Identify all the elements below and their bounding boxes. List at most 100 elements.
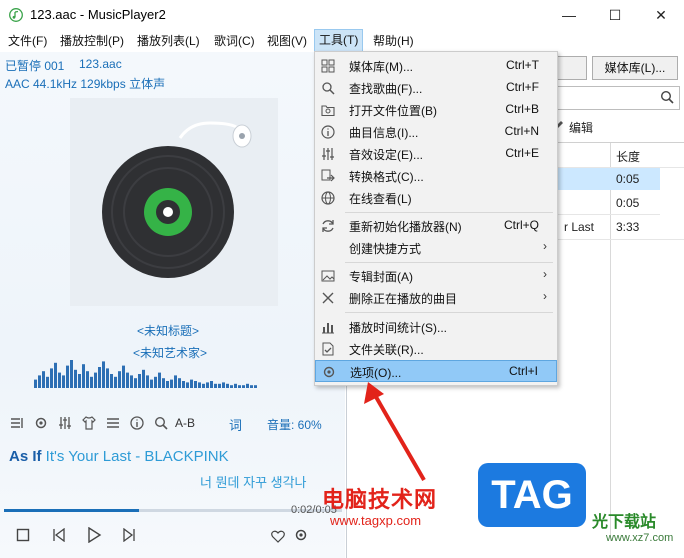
menu-item-create-shortcut[interactable]: 创建快捷方式 › xyxy=(315,237,557,259)
menu-item-label: 播放时间统计(S)... xyxy=(349,321,447,335)
close-button[interactable]: ✕ xyxy=(638,0,684,30)
bar-chart-icon xyxy=(322,323,334,334)
watermark-site-url: www.xz7.com xyxy=(606,532,674,544)
previous-track-icon[interactable] xyxy=(52,528,66,542)
settings-icon[interactable] xyxy=(294,528,308,542)
ab-repeat-button[interactable]: A-B xyxy=(175,416,195,430)
menu-item-options[interactable]: 选项(O)... Ctrl+I xyxy=(315,360,557,382)
spectrum-bar xyxy=(246,383,249,388)
spectrum-bar xyxy=(190,379,193,388)
menu-item-play-time-statistics[interactable]: 播放时间统计(S)... xyxy=(315,316,557,338)
album-cover xyxy=(70,98,278,306)
convert-icon xyxy=(321,169,335,182)
menu-lines-icon[interactable] xyxy=(106,416,120,430)
spectrum-bar xyxy=(182,381,185,388)
play-icon[interactable] xyxy=(86,527,102,543)
menu-item-label: 打开文件位置(B) xyxy=(349,104,437,118)
menu-lyrics[interactable]: 歌词(C) xyxy=(210,30,259,52)
desktop-lyric-button[interactable]: 词 xyxy=(229,415,242,434)
spectrum-bar xyxy=(174,375,177,388)
playlist-search-input[interactable] xyxy=(540,86,680,110)
next-track-icon[interactable] xyxy=(122,528,136,542)
spectrum-bar xyxy=(238,385,241,388)
volume-label[interactable]: 音量: 60% xyxy=(267,416,322,433)
close-icon xyxy=(322,292,334,304)
settings-gear-icon[interactable] xyxy=(34,416,48,430)
menu-view[interactable]: 视图(V) xyxy=(263,30,311,52)
spectrum-bar xyxy=(110,374,113,388)
minimize-button[interactable]: — xyxy=(546,0,592,30)
spectrum-bar xyxy=(202,383,205,388)
refresh-icon xyxy=(322,220,334,232)
row-divider xyxy=(556,239,684,240)
submenu-arrow-icon: › xyxy=(543,289,547,303)
spectrum-bar xyxy=(34,379,37,388)
lyric-next-line: 너 뭔데 자꾸 생각나 xyxy=(200,475,307,490)
menu-item-shortcut: Ctrl+F xyxy=(506,80,539,94)
maximize-button[interactable]: ☐ xyxy=(592,0,638,30)
favorite-heart-icon[interactable] xyxy=(271,530,285,543)
menu-item-delete-playing-track[interactable]: 删除正在播放的曲目 › xyxy=(315,287,557,309)
menu-separator xyxy=(345,262,553,263)
media-library-button[interactable]: 媒体库(L)... xyxy=(592,56,678,80)
spectrum-bar xyxy=(78,374,81,388)
menu-item-file-association[interactable]: 文件关联(R)... xyxy=(315,338,557,360)
spectrum-bar xyxy=(90,376,93,388)
menu-separator xyxy=(345,212,553,213)
menu-item-view-online[interactable]: 在线查看(L) xyxy=(315,187,557,209)
edit-button[interactable]: 编辑 xyxy=(569,119,593,136)
menu-item-convert-format[interactable]: 转换格式(C)... xyxy=(315,165,557,187)
annotation-arrow xyxy=(364,382,426,482)
menu-item-label: 曲目信息(I)... xyxy=(349,126,419,140)
spectrum-bar xyxy=(38,375,41,388)
spectrum-bar xyxy=(178,378,181,388)
lyric-song-title: As If xyxy=(9,448,42,465)
spectrum-bar xyxy=(130,375,133,388)
menu-item-shortcut: Ctrl+N xyxy=(504,124,539,138)
vinyl-record-icon xyxy=(102,121,252,278)
menu-tools[interactable]: 工具(T) xyxy=(314,29,364,53)
equalizer-icon xyxy=(322,148,334,160)
spectrum-bar xyxy=(98,367,101,388)
spectrum-bar xyxy=(46,376,49,388)
watermark-site-name: 光下载站 xyxy=(592,514,657,531)
menu-help[interactable]: 帮助(H) xyxy=(369,30,418,52)
equalizer-icon[interactable] xyxy=(58,416,72,430)
table-row[interactable]: 0:05 xyxy=(556,192,660,214)
table-row-name: r Last xyxy=(564,220,595,234)
info-icon[interactable] xyxy=(130,416,144,430)
table-row[interactable]: 0:05 xyxy=(556,168,660,190)
menu-playback-control[interactable]: 播放控制(P) xyxy=(56,30,128,52)
stop-icon[interactable] xyxy=(16,528,30,542)
table-header-divider xyxy=(556,142,684,143)
spectrum-bar xyxy=(94,372,97,388)
file-check-icon xyxy=(322,342,334,356)
menu-item-track-info[interactable]: 曲目信息(I)... Ctrl+N xyxy=(315,121,557,143)
menu-item-open-file-location[interactable]: 打开文件位置(B) Ctrl+B xyxy=(315,99,557,121)
skin-shirt-icon[interactable] xyxy=(82,416,96,430)
grid-icon xyxy=(321,59,335,73)
menu-item-shortcut: Ctrl+T xyxy=(506,58,539,72)
menu-item-reinitialize-player[interactable]: 重新初始化播放器(N) Ctrl+Q xyxy=(315,215,557,237)
spectrum-bar xyxy=(210,381,213,388)
menu-item-sound-effects[interactable]: 音效设定(E)... Ctrl+E xyxy=(315,143,557,165)
globe-icon xyxy=(321,191,335,205)
menu-bar: 文件(F) 播放控制(P) 播放列表(L) 歌词(C) 视图(V) 工具(T) … xyxy=(0,29,684,53)
search-icon[interactable] xyxy=(660,90,674,104)
spectrum-bar xyxy=(206,382,209,388)
playlist-toggle-icon[interactable] xyxy=(10,416,24,430)
spectrum-bar xyxy=(66,365,69,388)
table-row[interactable]: r Last 3:33 xyxy=(556,216,660,238)
menu-playlist[interactable]: 播放列表(L) xyxy=(133,30,204,52)
menu-item-album-cover[interactable]: 专辑封面(A) › xyxy=(315,265,557,287)
menu-item-find-song[interactable]: 查找歌曲(F)... Ctrl+F xyxy=(315,77,557,99)
spectrum-bar xyxy=(138,374,141,388)
menu-file[interactable]: 文件(F) xyxy=(4,30,51,52)
menu-item-media-library[interactable]: 媒体库(M)... Ctrl+T xyxy=(315,55,557,77)
spectrum-bar xyxy=(42,371,45,388)
menu-separator xyxy=(345,312,553,313)
submenu-arrow-icon: › xyxy=(543,267,547,281)
search-icon[interactable] xyxy=(154,416,168,430)
current-filename: 123.aac xyxy=(79,57,122,71)
search-icon xyxy=(322,82,335,95)
